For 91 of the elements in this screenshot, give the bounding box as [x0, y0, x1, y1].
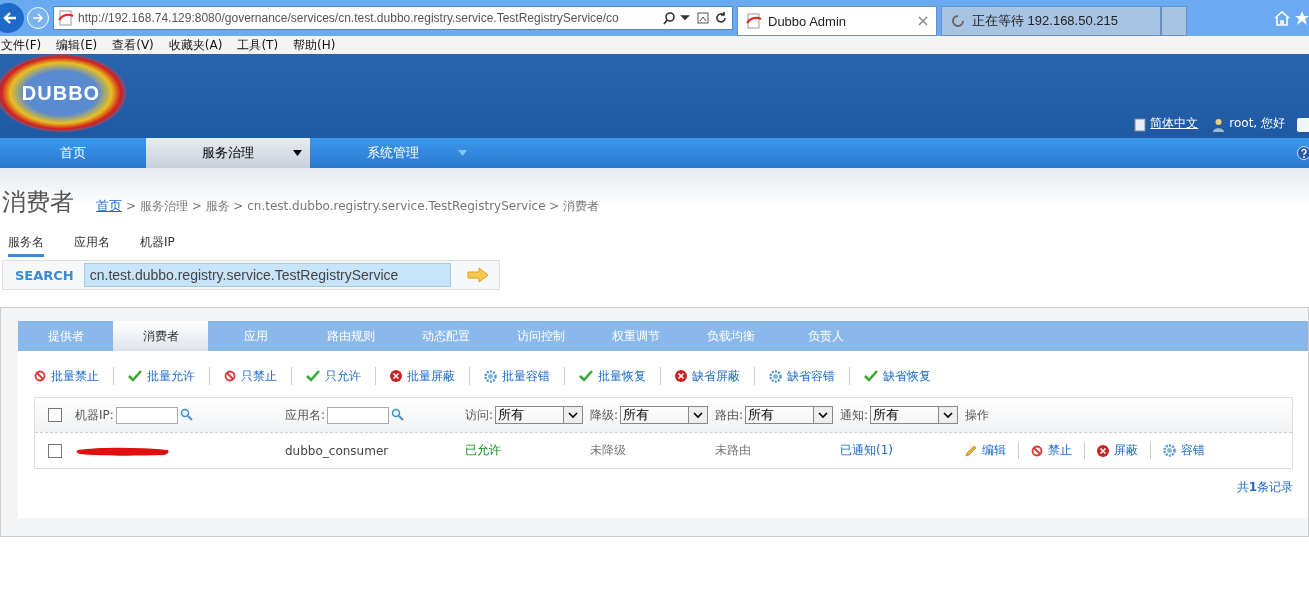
prohibited-icon	[224, 370, 236, 382]
action-link[interactable]: 批量容错	[484, 367, 565, 385]
row-action-link[interactable]: 编辑	[965, 442, 1019, 459]
search-label: SEARCH	[15, 267, 74, 283]
action-link[interactable]: 缺省容错	[769, 367, 850, 385]
x-circle-icon	[675, 370, 687, 382]
close-icon[interactable]	[918, 16, 928, 26]
filter-label: 操作	[965, 406, 989, 424]
menu-item[interactable]: 文件(F)	[1, 36, 42, 54]
search-icon[interactable]	[662, 11, 692, 25]
check-icon	[306, 370, 320, 382]
filter-field[interactable]	[327, 406, 390, 424]
table-cell: dubbo_consumer	[285, 443, 389, 458]
filter-dropdown[interactable]: 所有	[870, 406, 959, 424]
check-icon	[579, 370, 593, 382]
pencil-icon	[965, 444, 977, 457]
filter-label: 通知:	[840, 406, 869, 424]
home-icon[interactable]	[1273, 9, 1291, 27]
action-link[interactable]: 缺省恢复	[864, 367, 945, 385]
refresh-icon[interactable]	[714, 11, 728, 25]
arrow-icon[interactable]	[467, 267, 489, 283]
action-link[interactable]: 只禁止	[224, 367, 292, 385]
panel-tab[interactable]: 消费者	[113, 321, 208, 351]
action-link[interactable]: 缺省屏蔽	[675, 367, 755, 385]
user-greeting: root, 您好	[1229, 115, 1285, 132]
address-bar[interactable]: http://192.168.74.129:8080/governance/services/cn.test.dubbo.registry.service.TestRegistryService/co	[53, 6, 733, 30]
nav-tab[interactable]: 系统管理	[310, 138, 475, 168]
menu-item[interactable]: 收藏夹(A)	[168, 36, 223, 54]
action-link[interactable]: 批量屏蔽	[390, 367, 470, 385]
filter-dropdown[interactable]: 所有	[620, 406, 709, 424]
back-button[interactable]	[0, 3, 24, 33]
table-cell: 已允许	[465, 442, 501, 459]
row-action-link[interactable]: 禁止	[1031, 442, 1085, 459]
filter-label: 路由:	[715, 406, 744, 424]
menu-item[interactable]: 编辑(E)	[56, 36, 98, 54]
nav-tab[interactable]: 首页	[0, 138, 146, 168]
page-icon	[58, 10, 74, 26]
user-icon	[1212, 118, 1226, 132]
new-tab-button[interactable]	[1161, 6, 1187, 36]
nav-tab[interactable]: 服务治理	[146, 138, 310, 168]
page-icon	[746, 13, 762, 29]
action-link[interactable]: 批量恢复	[579, 367, 661, 385]
action-link[interactable]: 批量允许	[128, 367, 210, 385]
table-cell: 未路由	[715, 442, 751, 459]
prohibited-icon	[1031, 444, 1043, 457]
filter-label: 访问:	[465, 406, 494, 424]
record-count: 共1条记录	[1236, 479, 1293, 496]
table-cell: 未降级	[590, 442, 626, 459]
filter-label: 机器IP:	[75, 406, 114, 424]
browser-tab[interactable]: Dubbo Admin	[737, 6, 937, 36]
filter-field[interactable]	[115, 406, 178, 424]
filter-label: 降级:	[590, 406, 619, 424]
star-icon[interactable]	[1295, 9, 1309, 27]
browser-tab[interactable]: 正在等待 192.168.50.215	[941, 6, 1161, 36]
gear-icon	[769, 369, 782, 383]
action-link[interactable]: 只允许	[306, 367, 376, 385]
spinner-icon	[950, 13, 966, 29]
search-tab[interactable]: 机器IP	[140, 234, 175, 254]
prohibited-icon	[34, 370, 46, 382]
breadcrumb-trail: > 服务治理 > 服务 > cn.test.dubbo.registry.service.TestRegistryService > 消费者	[126, 198, 600, 215]
x-circle-icon	[1097, 444, 1109, 457]
search-tab[interactable]: 应用名	[74, 234, 110, 254]
forward-arrow-icon	[31, 11, 45, 25]
row-action-link[interactable]: 屏蔽	[1097, 442, 1151, 459]
breadcrumb-link[interactable]: 首页	[96, 197, 122, 215]
notify-link[interactable]: 已通知(1)	[840, 442, 893, 459]
filter-label: 应用名:	[285, 406, 326, 424]
menu-item[interactable]: 查看(V)	[112, 36, 154, 54]
filter-dropdown[interactable]: 所有	[495, 406, 584, 424]
help-icon[interactable]	[1297, 146, 1309, 160]
compat-icon[interactable]	[696, 11, 710, 25]
menu-item[interactable]: 帮助(H)	[293, 36, 336, 54]
dubbo-logo: DUBBO	[0, 54, 126, 132]
language-link[interactable]: 简体中文	[1150, 115, 1199, 132]
row-action-link[interactable]: 容错	[1163, 442, 1217, 459]
page-title: 消费者	[2, 187, 74, 218]
select-all-checkbox[interactable]	[48, 408, 62, 422]
row-checkbox[interactable]	[48, 443, 62, 458]
url-text: http://192.168.74.129:8080/governance/services/cn.test.dubbo.registry.service.TestRegistryService/co	[78, 11, 620, 25]
check-icon	[128, 370, 142, 382]
gear-icon	[1163, 444, 1176, 457]
document-icon	[1134, 118, 1147, 132]
action-link[interactable]: 批量禁止	[34, 367, 114, 385]
search-field[interactable]: cn.test.dubbo.registry.service.TestRegistryService	[83, 263, 451, 287]
gear-icon	[484, 369, 497, 383]
filter-dropdown[interactable]: 所有	[745, 406, 834, 424]
menu-item[interactable]: 工具(T)	[237, 36, 279, 54]
forward-button[interactable]	[27, 7, 49, 29]
x-circle-icon	[390, 370, 402, 382]
search-tab[interactable]: 服务名	[8, 234, 44, 257]
check-icon	[864, 370, 878, 382]
